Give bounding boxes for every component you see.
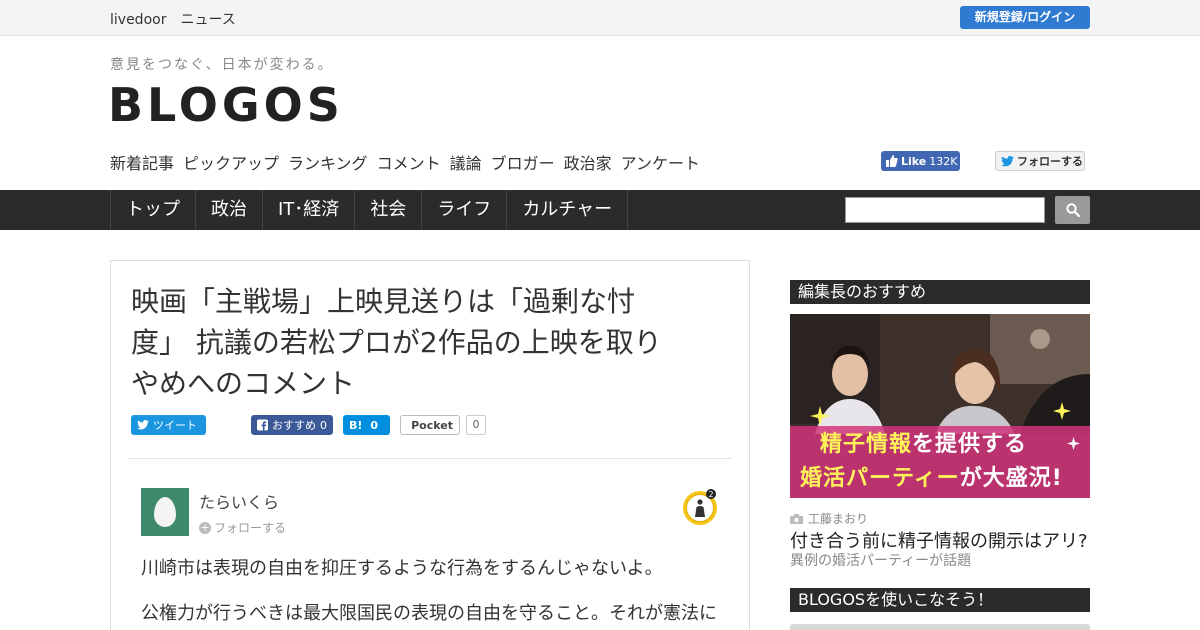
twitter-bird-icon — [137, 420, 149, 430]
nav-tab-top[interactable]: トップ — [110, 190, 195, 230]
subnav-item-debate[interactable]: 議論 — [450, 150, 482, 174]
promo-image[interactable]: 精子情報を提供する 婚活パーティーが大盛況! — [790, 314, 1090, 498]
photo-credit-name: 工藤まおり — [808, 512, 869, 526]
promo-banner-line2: 婚活パーティーが大盛況! — [800, 460, 1063, 492]
login-button[interactable]: 新規登録/ログイン — [960, 6, 1090, 29]
pocket-button[interactable]: Pocket — [400, 415, 460, 435]
facebook-share-label: おすすめ — [272, 419, 316, 432]
article-paragraph: 公権力が行うべきは最大限国民の表現の自由を守ること。それが憲法に — [141, 603, 717, 624]
subnav-item-new[interactable]: 新着記事 — [110, 150, 174, 174]
promo-text: を提供する — [912, 432, 1028, 457]
search-input[interactable] — [845, 197, 1045, 223]
site-brand[interactable]: livedoor ニュース — [110, 9, 236, 29]
hatena-icon: B! — [349, 418, 363, 432]
facebook-icon — [257, 419, 268, 431]
hatena-count: 0 — [370, 418, 379, 432]
facebook-share-count: 0 — [320, 418, 327, 432]
site-tagline: 意見をつなぐ、日本が変わる。 — [110, 57, 334, 73]
promo-highlight: 婚活パーティー — [800, 466, 960, 491]
site-logo[interactable]: BLOGOS — [108, 78, 344, 132]
follow-author-button[interactable]: + フォローする — [199, 519, 286, 536]
article-card: 映画「主戦場」上映見送りは「過剰な忖 度」 抗議の若松プロが2作品の上映を取り … — [110, 260, 750, 630]
tweet-button[interactable]: ツイート — [131, 415, 206, 435]
twitter-follow-label: フォローする — [1017, 155, 1083, 168]
subnav-item-survey[interactable]: アンケート — [621, 150, 700, 174]
nav-tab-society[interactable]: 社会 — [354, 190, 421, 230]
facebook-like-button[interactable]: Like 132K — [881, 151, 960, 171]
plus-icon: + — [199, 520, 211, 534]
thumbs-up-icon — [886, 155, 898, 167]
facebook-share-button[interactable]: おすすめ 0 — [251, 415, 333, 435]
top-bar: livedoor ニュース 新規登録/ログイン — [0, 0, 1200, 36]
author-avatar[interactable] — [141, 488, 189, 536]
nav-tab-it-economy[interactable]: IT･経済 — [262, 190, 354, 230]
subnav-item-comments[interactable]: コメント — [377, 150, 441, 174]
search-button[interactable] — [1055, 196, 1090, 224]
promo-text: が大盛況! — [959, 466, 1063, 491]
medal-count: 2 — [708, 490, 713, 499]
twitter-bird-icon — [1001, 155, 1014, 166]
article-headline: 映画「主戦場」上映見送りは「過剰な忖 度」 抗議の若松プロが2作品の上映を取り … — [131, 281, 721, 404]
sub-navigation: 新着記事 ピックアップ ランキング コメント 議論 ブロガー 政治家 アンケート — [110, 150, 700, 174]
facebook-like-label: Like — [901, 154, 927, 168]
egg-icon — [154, 497, 176, 527]
camera-icon — [790, 513, 803, 524]
divider — [129, 458, 731, 459]
author-name[interactable]: たらいくら — [199, 489, 279, 513]
nav-tab-life[interactable]: ライフ — [421, 190, 506, 230]
subnav-item-ranking[interactable]: ランキング — [288, 150, 368, 174]
headline-line: やめへのコメント — [131, 367, 356, 400]
sidebar-guide-box — [790, 624, 1090, 630]
promo-banner-line1: 精子情報を提供する — [820, 426, 1027, 458]
pocket-label: Pocket — [411, 418, 453, 432]
sidebar-heading-guide: BLOGOSを使いこなそう！ — [790, 588, 1090, 612]
article-paragraph: 川崎市は表現の自由を抑圧するような行為をするんじゃないよ。 — [141, 558, 663, 579]
pocket-count: 0 — [466, 415, 486, 435]
recommended-article-subtitle: 異例の婚活パーティーが話題 — [790, 553, 972, 569]
nav-tab-culture[interactable]: カルチャー — [506, 190, 629, 230]
nav-tab-politics[interactable]: 政治 — [195, 190, 262, 230]
tweet-label: ツイート — [153, 419, 197, 432]
subnav-item-pickup[interactable]: ピックアップ — [183, 150, 279, 174]
search-icon — [1065, 203, 1080, 217]
subnav-item-bloggers[interactable]: ブロガー — [491, 150, 555, 174]
blogger-medal-icon: 2 — [683, 489, 717, 525]
promo-highlight: 精子情報 — [820, 432, 913, 457]
headline-line: 度」 抗議の若松プロが2作品の上映を取り — [131, 326, 662, 359]
follow-label: フォローする — [214, 521, 287, 535]
twitter-follow-button[interactable]: フォローする — [995, 151, 1085, 171]
facebook-like-count: 132K — [929, 154, 958, 168]
photo-credit: 工藤まおり — [790, 510, 868, 527]
subnav-item-politicians[interactable]: 政治家 — [564, 150, 612, 174]
hatena-bookmark-button[interactable]: B! 0 — [343, 415, 390, 435]
sidebar-heading-editor-picks: 編集長のおすすめ — [790, 280, 1090, 304]
headline-line: 映画「主戦場」上映見送りは「過剰な忖 — [131, 285, 636, 318]
